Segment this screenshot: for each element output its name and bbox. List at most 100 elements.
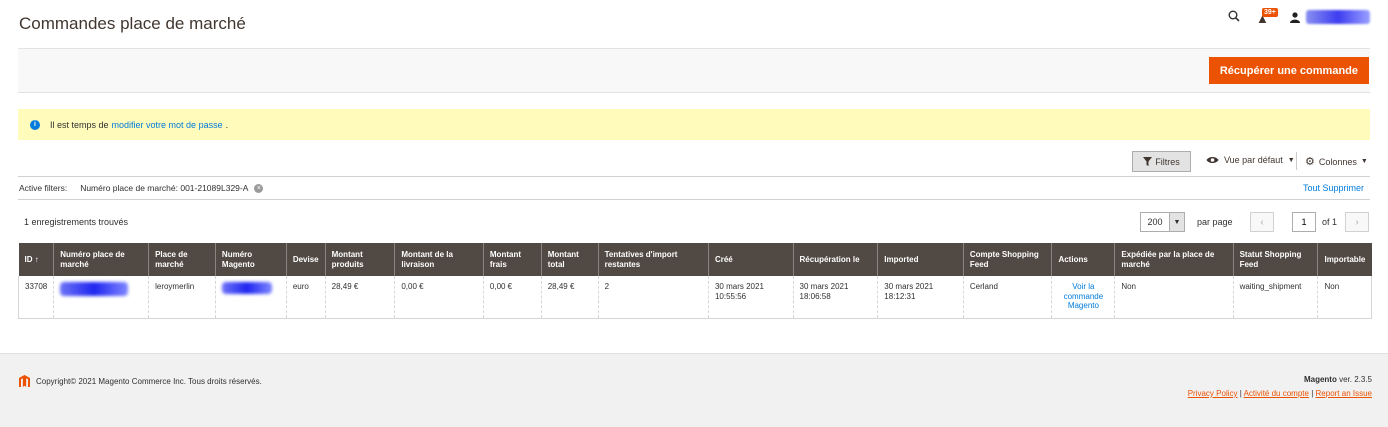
magento-version: Magento ver. 2.3.5	[1304, 375, 1372, 384]
view-magento-order-link[interactable]: Voir la commande Magento	[1058, 282, 1108, 311]
page-header: Commandes place de marché ▲ 39+	[0, 0, 1388, 48]
column-header-shopping-feed-status[interactable]: Statut Shopping Feed	[1232, 243, 1318, 276]
column-header-products-amount[interactable]: Montant produits	[324, 243, 395, 276]
column-header-total-amount[interactable]: Montant total	[540, 243, 599, 276]
grid-toolbar: Filtres Vue par défaut ▼ ⚙ Colonnes ▼	[18, 150, 1370, 174]
remove-filter-icon[interactable]: ×	[254, 183, 264, 193]
columns-selector[interactable]: ⚙ Colonnes ▼	[1305, 155, 1368, 168]
cell-currency: euro	[285, 276, 326, 319]
version-text: ver. 2.3.5	[1339, 375, 1372, 384]
notification-count-badge: 39+	[1262, 8, 1278, 17]
column-header-shopping-feed-account[interactable]: Compte Shopping Feed	[962, 243, 1052, 276]
per-page-selector[interactable]: 200 ▼ par page	[1140, 212, 1233, 232]
created-date: 30 mars 2021	[714, 282, 764, 291]
chevron-down-icon: ▼	[1287, 156, 1295, 164]
page-title: Commandes place de marché	[19, 14, 246, 33]
footer-links: Privacy Policy | Activité du compte | Re…	[1188, 389, 1372, 398]
column-header-marketplace-number[interactable]: Numéro place de marché	[53, 243, 149, 276]
system-message: i Il est temps de modifier votre mot de …	[18, 109, 1370, 140]
chevron-down-icon: ▼	[1360, 158, 1368, 165]
column-header-created[interactable]: Créé	[707, 243, 794, 276]
imported-date: 30 mars 2021	[884, 282, 934, 291]
page-count: of 1	[1322, 217, 1338, 227]
imported-time: 18:12:31	[884, 291, 916, 301]
column-header-currency[interactable]: Devise	[285, 243, 326, 276]
user-menu[interactable]	[1290, 10, 1370, 24]
cell-fetched-at: 30 mars 2021 18:06:58	[792, 276, 878, 319]
created-time: 10:55:56	[714, 291, 747, 301]
cell-actions: Voir la commande Magento	[1051, 276, 1115, 319]
page-footer: Copyright© 2021 Magento Commerce Inc. To…	[0, 353, 1388, 427]
eye-icon	[1206, 157, 1219, 163]
change-password-link[interactable]: modifier votre mot de passe	[112, 120, 223, 130]
records-found: 1 enregistrements trouvés	[24, 217, 129, 227]
magento-logo-icon	[19, 375, 30, 387]
column-header-shipping-amount[interactable]: Montant de la livraison	[394, 243, 484, 276]
copyright: Copyright© 2021 Magento Commerce Inc. To…	[19, 375, 262, 387]
page-actions-bar: Récupérer une commande	[18, 48, 1370, 93]
column-header-id[interactable]: ID ↑	[18, 243, 54, 276]
privacy-policy-link[interactable]: Privacy Policy	[1188, 389, 1238, 398]
message-suffix: .	[225, 119, 229, 130]
fetch-order-button[interactable]: Récupérer une commande	[1208, 57, 1369, 84]
fetched-time: 18:06:58	[799, 291, 831, 301]
active-filters-bar: Active filters: Numéro place de marché: …	[18, 176, 1370, 200]
cell-shipped-by-marketplace: Non	[1114, 276, 1234, 319]
brand-name: Magento	[1303, 375, 1337, 384]
account-activity-link[interactable]: Activité du compte	[1244, 389, 1309, 398]
column-header-import-attempts[interactable]: Tentatives d'import restantes	[597, 243, 709, 276]
column-header-marketplace[interactable]: Place de marché	[148, 243, 216, 276]
search-icon[interactable]	[1228, 9, 1240, 25]
fetched-date: 30 mars 2021	[799, 282, 849, 291]
current-page-input[interactable]	[1292, 212, 1316, 232]
cell-created: 30 mars 2021 10:55:56	[707, 276, 794, 319]
active-filters-label: Active filters:	[19, 183, 68, 193]
cell-total-amount: 28,49 €	[540, 276, 599, 319]
notifications-button[interactable]: ▲ 39+	[1256, 8, 1278, 26]
cell-shopping-feed-account: Cerland	[962, 276, 1052, 319]
cell-shipping-amount: 0,00 €	[394, 276, 484, 319]
redacted-value	[60, 282, 129, 296]
table-header-row: ID ↑ Numéro place de marché Place de mar…	[18, 243, 1372, 276]
column-header-importable[interactable]: Importable	[1317, 243, 1372, 276]
message-prefix: Il est temps de	[50, 119, 109, 130]
pagination: ‹ of 1 ›	[1250, 212, 1370, 232]
per-page-label: par page	[1197, 217, 1233, 227]
header-actions: ▲ 39+	[1228, 8, 1370, 26]
table-row: 33708 leroymerlin euro 28,49 € 0,00 € 0,…	[17, 276, 1372, 319]
filters-label: Filtres	[1155, 156, 1180, 167]
column-header-actions: Actions	[1051, 243, 1115, 276]
next-page-button[interactable]: ›	[1345, 212, 1370, 232]
cell-marketplace-number-redacted	[53, 276, 149, 319]
redacted-value	[221, 282, 272, 294]
cell-importable: Non	[1317, 276, 1372, 319]
columns-label: Colonnes	[1318, 156, 1357, 167]
cell-fees-amount: 0,00 €	[482, 276, 542, 319]
cell-magento-number-redacted	[214, 276, 287, 319]
column-header-fetched-at[interactable]: Récupération le	[792, 243, 878, 276]
previous-page-button[interactable]: ‹	[1250, 212, 1274, 232]
column-header-shipped-by-marketplace[interactable]: Expédiée par la place de marché	[1114, 243, 1234, 276]
column-header-imported[interactable]: Imported	[877, 243, 964, 276]
cell-products-amount: 28,49 €	[324, 276, 395, 319]
cell-marketplace: leroymerlin	[148, 276, 216, 319]
view-label: Vue par défaut	[1224, 155, 1283, 165]
cell-shopping-feed-status: waiting_shipment	[1232, 276, 1318, 319]
pager-row: 1 enregistrements trouvés 200 ▼ par page…	[18, 210, 1370, 236]
report-issue-link[interactable]: Report an Issue	[1316, 389, 1372, 398]
filters-button[interactable]: Filtres	[1132, 151, 1191, 172]
cell-import-attempts: 2	[597, 276, 709, 319]
column-header-fees-amount[interactable]: Montant frais	[482, 243, 542, 276]
chevron-down-icon[interactable]: ▼	[1170, 212, 1185, 232]
per-page-value[interactable]: 200	[1140, 212, 1170, 232]
page: Commandes place de marché ▲ 39+ Récupére…	[0, 0, 1388, 427]
filter-icon	[1143, 157, 1153, 166]
column-header-magento-number[interactable]: Numéro Magento	[214, 243, 287, 276]
info-icon: i	[30, 119, 40, 130]
view-selector[interactable]: Vue par défaut ▼	[1206, 155, 1295, 165]
active-filter-chip: Numéro place de marché: 001-21089L329-A	[80, 183, 249, 193]
toolbar-divider	[1296, 152, 1297, 170]
clear-all-filters-link[interactable]: Tout Supprimer	[1303, 183, 1364, 193]
user-name-redacted	[1306, 10, 1370, 24]
cell-id: 33708	[17, 276, 54, 319]
